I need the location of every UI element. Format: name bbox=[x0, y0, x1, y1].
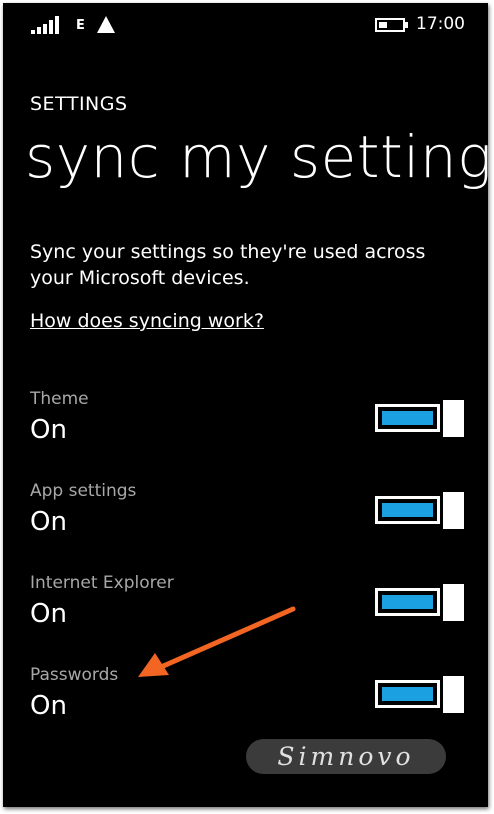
annotation-arrow bbox=[138, 606, 296, 677]
setting-label: Internet Explorer bbox=[30, 573, 174, 593]
how-syncing-works-link[interactable]: How does syncing work? bbox=[30, 310, 264, 332]
toggle-thumb bbox=[443, 584, 464, 621]
app-settings-toggle[interactable] bbox=[375, 492, 464, 530]
toggle-thumb bbox=[443, 492, 464, 529]
toggle-track bbox=[375, 680, 440, 708]
signal-icon bbox=[31, 16, 59, 34]
toggle-track bbox=[375, 588, 440, 616]
toggle-fill bbox=[382, 595, 433, 609]
battery-icon bbox=[375, 18, 408, 32]
toggle-track bbox=[375, 404, 440, 432]
watermark-logo: Simnovo bbox=[246, 739, 446, 774]
sync-description: Sync your settings so they're used acros… bbox=[30, 241, 426, 289]
toggle-fill bbox=[382, 411, 433, 425]
internet-explorer-toggle[interactable] bbox=[375, 584, 464, 622]
passwords-toggle[interactable] bbox=[375, 676, 464, 714]
toggle-fill bbox=[382, 687, 433, 701]
theme-toggle[interactable] bbox=[375, 400, 464, 438]
setting-value: On bbox=[30, 415, 67, 445]
toggle-thumb bbox=[443, 676, 464, 713]
setting-value: On bbox=[30, 507, 67, 537]
setting-label: Theme bbox=[30, 389, 89, 409]
setting-label: Passwords bbox=[30, 665, 119, 685]
setting-value: On bbox=[30, 599, 67, 629]
setting-app-settings: App settings On bbox=[30, 481, 475, 566]
setting-value: On bbox=[30, 691, 67, 721]
notification-triangle-icon bbox=[97, 16, 115, 33]
status-bar: E 17:00 bbox=[3, 3, 488, 43]
clock: 17:00 bbox=[416, 14, 465, 34]
page-title: sync my settings bbox=[25, 123, 488, 191]
toggle-thumb bbox=[443, 400, 464, 437]
app-title: SETTINGS bbox=[30, 93, 128, 115]
toggle-track bbox=[375, 496, 440, 524]
toggle-fill bbox=[382, 503, 433, 517]
setting-theme: Theme On bbox=[30, 389, 475, 474]
network-type: E bbox=[76, 18, 85, 33]
phone-screen: E 17:00 SETTINGS sync my settings Sync y… bbox=[3, 3, 488, 807]
setting-label: App settings bbox=[30, 481, 137, 501]
